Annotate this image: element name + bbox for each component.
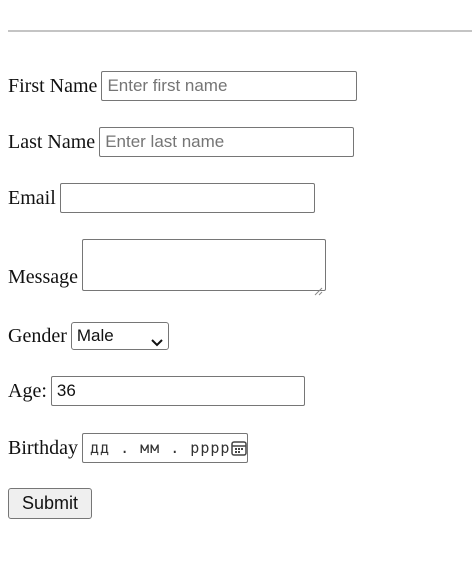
- last-name-label: Last Name: [8, 131, 96, 153]
- last-name-input[interactable]: Enter last name: [99, 127, 355, 157]
- age-value: 36: [56, 381, 76, 400]
- age-label: Age:: [8, 380, 47, 402]
- chevron-down-icon: [150, 331, 164, 347]
- email-label: Email: [8, 187, 56, 209]
- birthday-placeholder: дд . мм . рррр: [90, 439, 231, 457]
- age-input[interactable]: 36: [50, 376, 305, 406]
- first-name-placeholder: Enter first name: [107, 76, 228, 95]
- birthday-row: Birthday дд . мм . рррр: [8, 433, 248, 463]
- submit-button[interactable]: Submit: [8, 488, 92, 519]
- first-name-row: First Name Enter first name: [8, 71, 358, 101]
- horizontal-rule: [8, 30, 472, 32]
- birthday-label: Birthday: [8, 437, 78, 459]
- message-label: Message: [8, 266, 78, 288]
- message-textarea[interactable]: [81, 239, 326, 296]
- gender-select[interactable]: Male: [70, 322, 169, 350]
- email-field[interactable]: [59, 183, 315, 213]
- gender-selected-value: Male: [76, 326, 114, 345]
- message-row: Message: [8, 239, 326, 296]
- last-name-placeholder: Enter last name: [105, 132, 225, 151]
- gender-row: Gender Male: [8, 322, 169, 350]
- email-row: Email: [8, 183, 315, 213]
- age-row: Age: 36: [8, 376, 305, 406]
- last-name-row: Last Name Enter last name: [8, 127, 355, 157]
- calendar-icon[interactable]: [230, 439, 248, 457]
- first-name-label: First Name: [8, 75, 98, 97]
- resize-grip-icon[interactable]: [313, 278, 323, 296]
- birthday-date-input[interactable]: дд . мм . рррр: [82, 433, 248, 463]
- first-name-input[interactable]: Enter first name: [101, 71, 358, 101]
- gender-label: Gender: [8, 325, 67, 347]
